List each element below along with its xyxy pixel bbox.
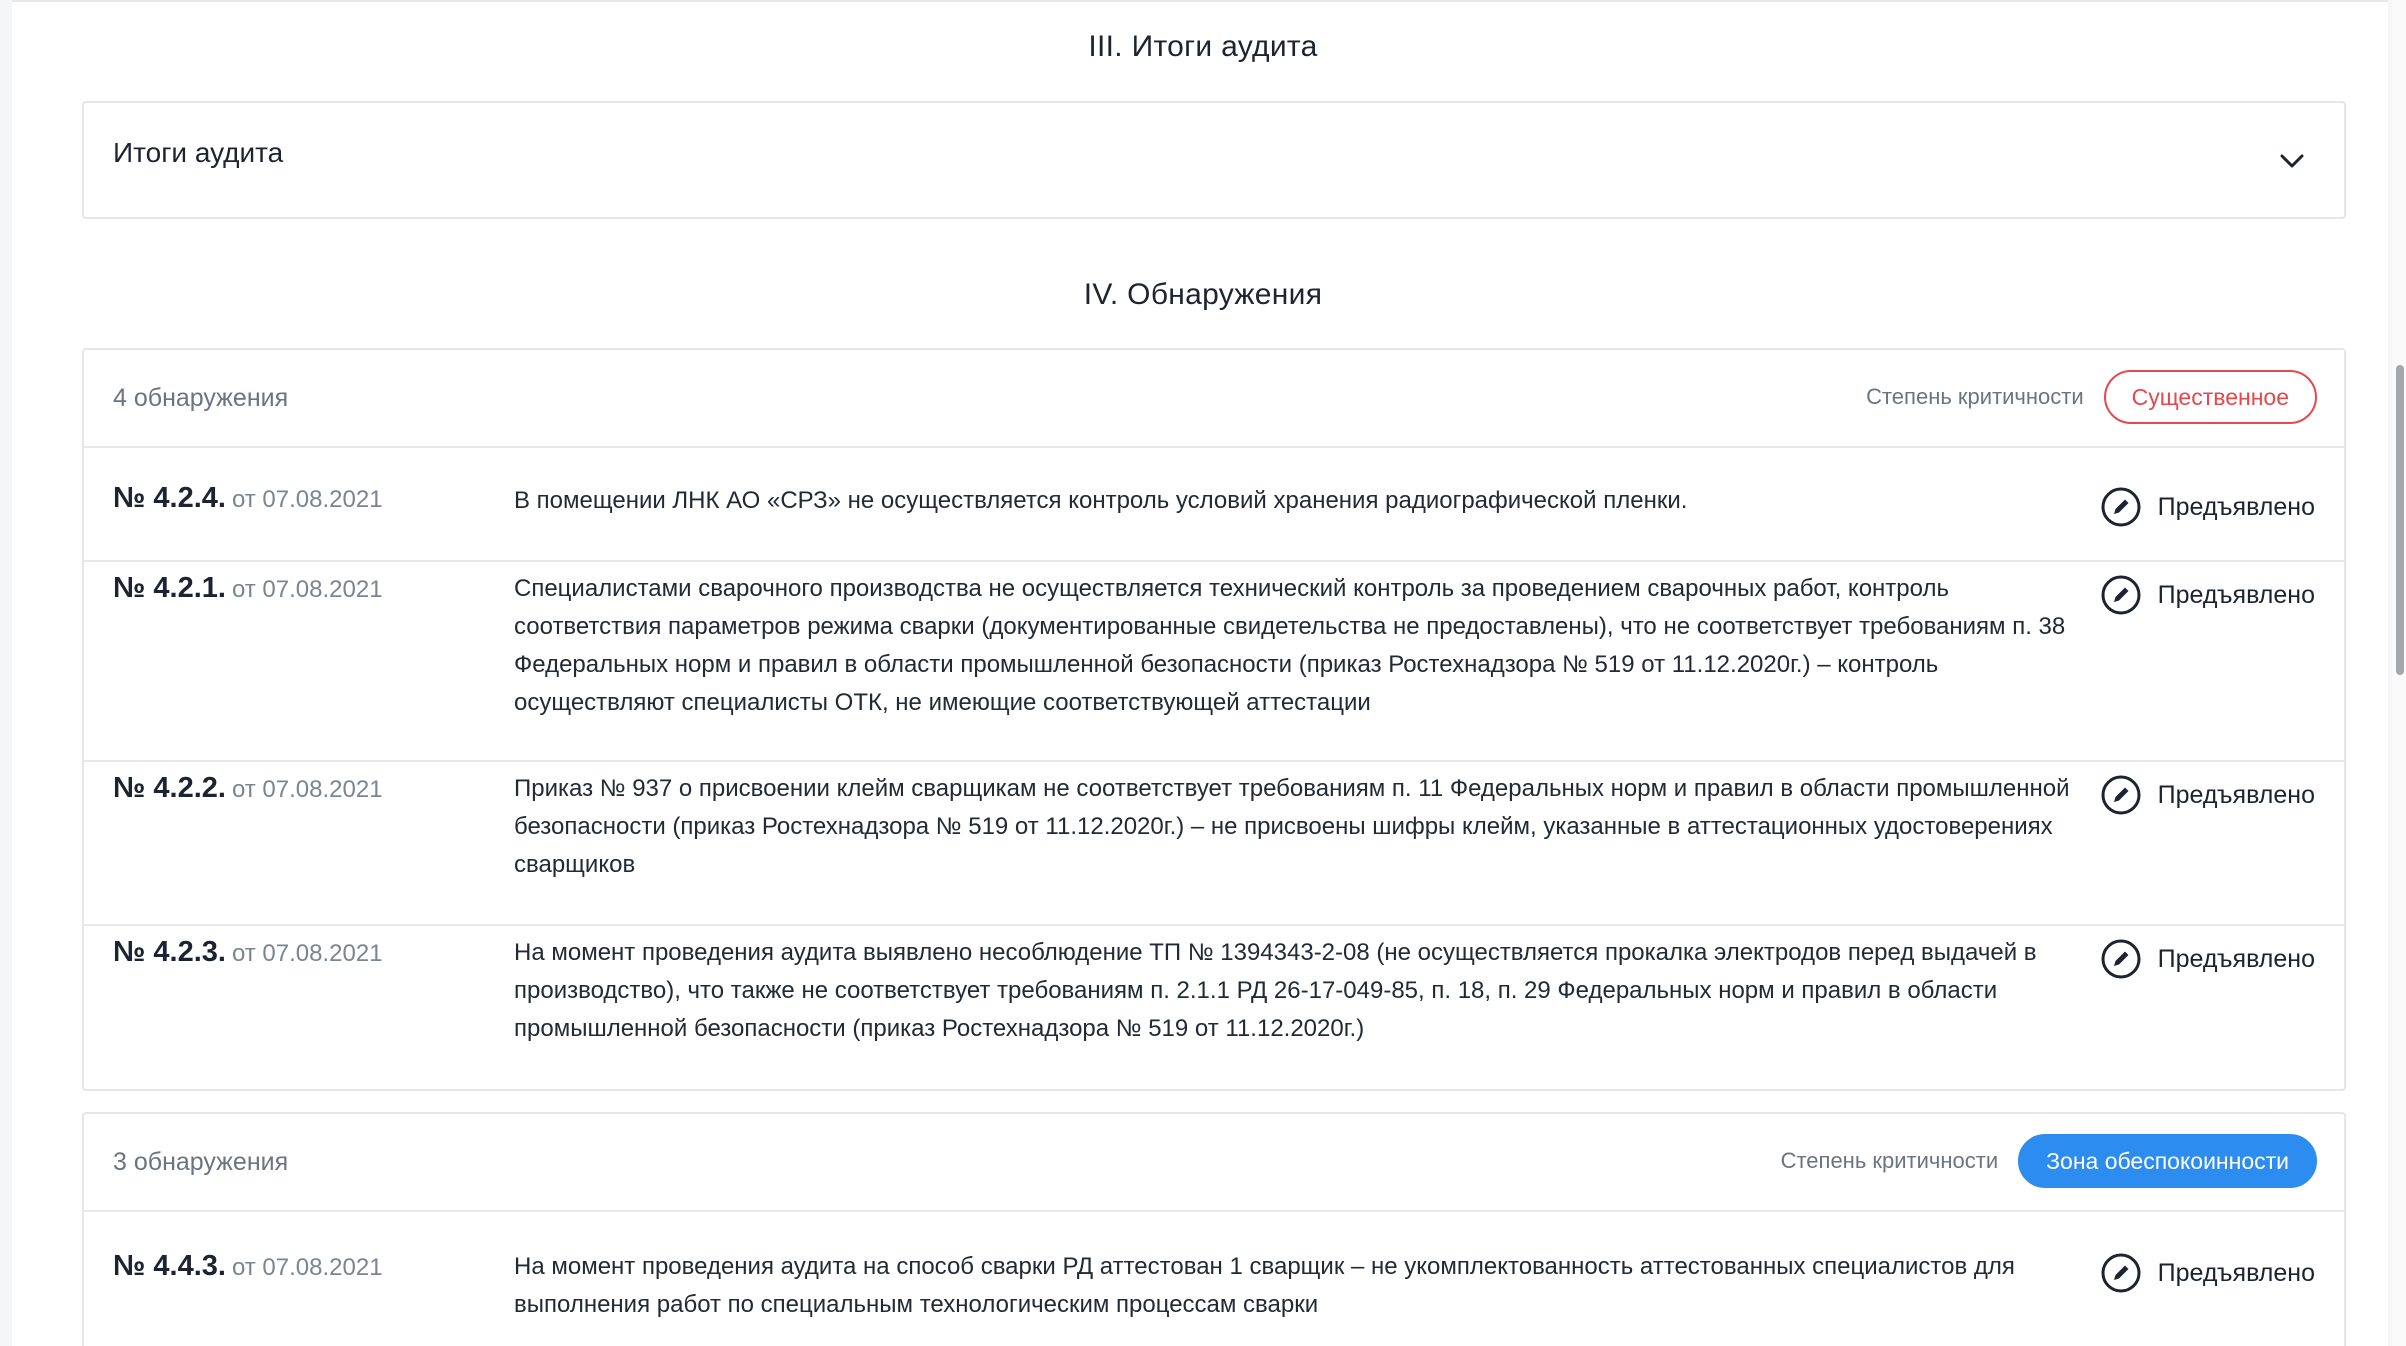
pencil-circle-icon[interactable] xyxy=(2100,938,2142,980)
pencil-circle-icon[interactable] xyxy=(2100,1252,2142,1294)
section-title-findings: IV. Обнаружения xyxy=(1083,278,1323,311)
finding-row[interactable]: № 4.2.4. от 07.08.2021 В помещении ЛНК АО… xyxy=(84,448,2344,562)
finding-status-label: Предъявлено xyxy=(2157,492,2315,521)
finding-date: от 07.08.2021 xyxy=(231,940,383,967)
scrollbar-thumb[interactable] xyxy=(2396,365,2404,675)
finding-text: В помещении ЛНК АО «СРЗ» не осуществляет… xyxy=(514,487,1688,514)
finding-number: № 4.2.4. xyxy=(113,482,226,514)
findings-count: 3 обнаружения xyxy=(113,1148,289,1176)
finding-text: На момент проведения аудита на способ св… xyxy=(514,1253,2015,1318)
finding-id: № 4.2.3. от 07.08.2021 xyxy=(113,936,383,969)
finding-date: от 07.08.2021 xyxy=(231,486,383,513)
finding-status-label: Предъявлено xyxy=(2157,1258,2315,1287)
pencil-circle-icon[interactable] xyxy=(2100,774,2142,816)
finding-row[interactable]: № 4.2.2. от 07.08.2021 Приказ № 937 о при… xyxy=(84,762,2344,926)
pencil-circle-icon[interactable] xyxy=(2100,486,2142,528)
pencil-circle-icon[interactable] xyxy=(2100,574,2142,616)
finding-status-label: Предъявлено xyxy=(2157,944,2315,973)
findings-group-header: 3 обнаружения Степень критичности Зона о… xyxy=(84,1114,2344,1212)
finding-row[interactable]: № 4.2.1. от 07.08.2021 Специалистами свар… xyxy=(84,562,2344,762)
section-title-summary: III. Итоги аудита xyxy=(1088,30,1318,63)
summary-accordion[interactable]: Итоги аудита xyxy=(82,101,2346,219)
severity-badge[interactable]: Зона обеспокоинности xyxy=(2018,1134,2317,1188)
finding-status[interactable]: Предъявлено xyxy=(2100,774,2315,816)
finding-number: № 4.2.2. xyxy=(113,772,226,804)
finding-status-label: Предъявлено xyxy=(2157,780,2315,809)
findings-count: 4 обнаружения xyxy=(113,384,289,412)
finding-date: от 07.08.2021 xyxy=(231,776,383,803)
finding-row[interactable]: № 4.2.3. от 07.08.2021 На момент проведен… xyxy=(84,926,2344,1089)
finding-number: № 4.2.3. xyxy=(113,936,226,968)
finding-status-label: Предъявлено xyxy=(2157,580,2315,609)
severity-badge[interactable]: Существенное xyxy=(2103,370,2317,424)
finding-date: от 07.08.2021 xyxy=(231,576,383,603)
summary-accordion-label: Итоги аудита xyxy=(113,137,284,168)
finding-id: № 4.2.2. от 07.08.2021 xyxy=(113,772,383,805)
finding-status[interactable]: Предъявлено xyxy=(2100,574,2315,616)
severity-label: Степень критичности xyxy=(1866,384,2084,409)
finding-number: № 4.2.1. xyxy=(113,572,226,604)
finding-text: Специалистами сварочного производства не… xyxy=(514,575,2066,716)
finding-text: На момент проведения аудита выявлено нес… xyxy=(514,939,2037,1042)
finding-status[interactable]: Предъявлено xyxy=(2100,1252,2315,1294)
chevron-down-icon[interactable] xyxy=(2278,149,2306,173)
finding-status[interactable]: Предъявлено xyxy=(2100,938,2315,980)
findings-group-header: 4 обнаружения Степень критичности Сущест… xyxy=(84,350,2344,448)
finding-id: № 4.2.4. от 07.08.2021 xyxy=(113,482,383,515)
finding-number: № 4.4.3. xyxy=(113,1250,226,1282)
findings-group: 3 обнаружения Степень критичности Зона о… xyxy=(82,1112,2346,1346)
finding-id: № 4.2.1. от 07.08.2021 xyxy=(113,572,383,605)
finding-row[interactable]: № 4.4.3. от 07.08.2021 На момент проведен… xyxy=(84,1212,2344,1346)
scrollbar[interactable] xyxy=(2392,0,2406,1346)
severity-label: Степень критичности xyxy=(1780,1148,1999,1173)
finding-status[interactable]: Предъявлено xyxy=(2100,486,2315,528)
findings-group: 4 обнаружения Степень критичности Сущест… xyxy=(82,348,2346,1091)
finding-text: Приказ № 937 о присвоении клейм сварщика… xyxy=(514,775,2070,878)
finding-date: от 07.08.2021 xyxy=(231,1254,383,1281)
finding-id: № 4.4.3. от 07.08.2021 xyxy=(113,1250,383,1283)
